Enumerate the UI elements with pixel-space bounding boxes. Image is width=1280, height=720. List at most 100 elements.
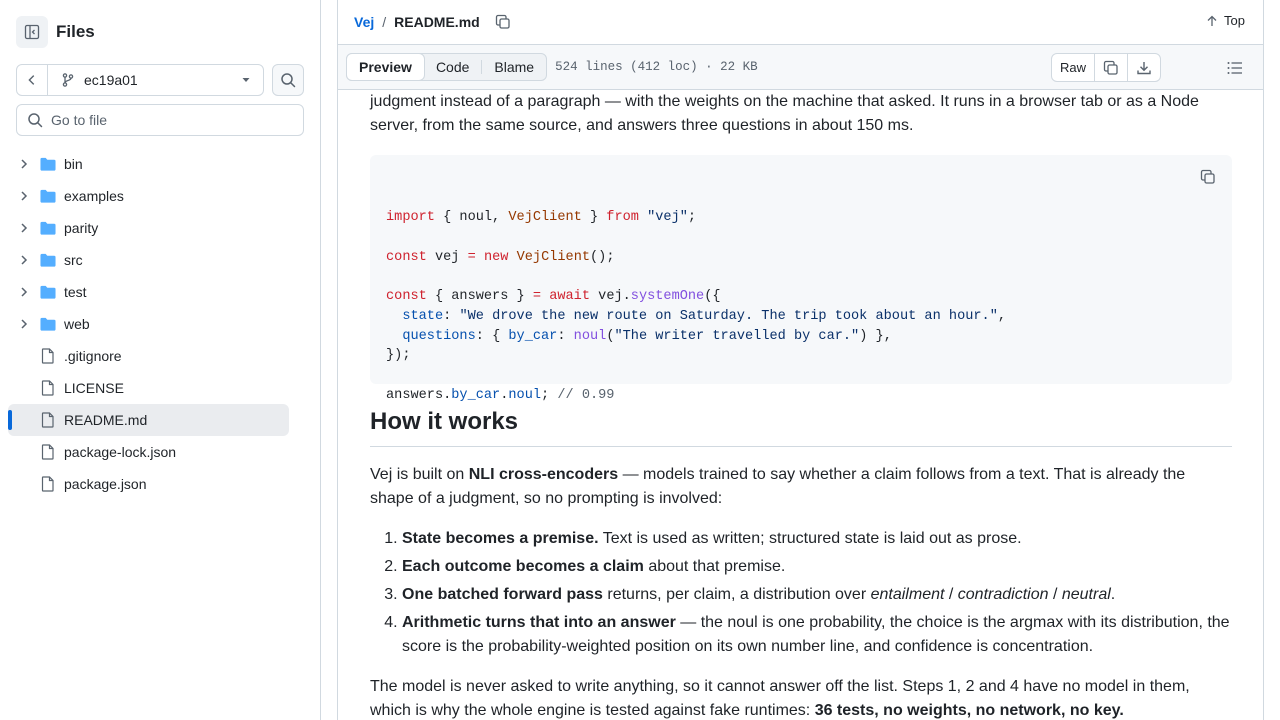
tree-folder[interactable]: bin bbox=[8, 148, 289, 180]
code-lines: import { noul, VejClient } from "vej"; c… bbox=[386, 208, 1216, 405]
copy-code-button[interactable] bbox=[1198, 167, 1218, 187]
file-icon-wrap bbox=[40, 444, 56, 460]
chevron-right-icon bbox=[21, 191, 28, 201]
chevron-right-icon bbox=[21, 319, 28, 329]
tree-folder[interactable]: test bbox=[8, 276, 289, 308]
expand-chevron[interactable] bbox=[16, 222, 32, 234]
back-button[interactable] bbox=[17, 65, 48, 95]
file-icon bbox=[41, 380, 54, 396]
list-unordered-icon bbox=[1227, 62, 1242, 74]
tab-code[interactable]: Code bbox=[424, 54, 481, 80]
tab-preview[interactable]: Preview bbox=[346, 53, 425, 81]
branch-select[interactable]: ec19a01 bbox=[48, 65, 263, 95]
expand-chevron[interactable] bbox=[16, 190, 32, 202]
code-block: import { noul, VejClient } from "vej"; c… bbox=[370, 155, 1232, 403]
code-token: const bbox=[386, 249, 427, 265]
file-actions-group: Raw bbox=[1050, 53, 1161, 82]
file-tree: bin examples parity src test web .gitignore LIC… bbox=[8, 148, 298, 500]
file-tree-sidebar: Files ec19a01 bin examples parity src test we… bbox=[0, 0, 321, 720]
copy-raw-button[interactable] bbox=[1094, 54, 1127, 81]
tree-folder[interactable]: web bbox=[8, 308, 289, 340]
expand-chevron[interactable] bbox=[16, 158, 32, 170]
bold-text: NLI cross-encoders bbox=[468, 466, 619, 483]
code-token: ; bbox=[687, 210, 697, 226]
code-token: state bbox=[402, 308, 444, 324]
caret-down-icon bbox=[242, 78, 250, 82]
file-icon bbox=[41, 348, 54, 364]
code-token: : bbox=[443, 308, 460, 324]
expand-chevron[interactable] bbox=[16, 254, 32, 266]
tree-file[interactable]: package-lock.json bbox=[8, 436, 289, 468]
code-token: import bbox=[386, 210, 435, 226]
code-line: state: "We drove the new route on Saturd… bbox=[386, 307, 1216, 327]
sidebar-title: Files bbox=[56, 22, 95, 41]
folder-icon bbox=[40, 285, 56, 299]
summary-paragraph: The model is never asked to write anythi… bbox=[370, 675, 1232, 720]
code-line: import { noul, VejClient } from "vej"; bbox=[386, 208, 1216, 228]
code-line: }); bbox=[386, 346, 1216, 366]
code-token: VejClient bbox=[508, 210, 582, 226]
tree-folder[interactable]: parity bbox=[8, 212, 289, 244]
tree-folder[interactable]: src bbox=[8, 244, 289, 276]
expand-chevron[interactable] bbox=[16, 318, 32, 330]
collapse-sidebar-button[interactable] bbox=[16, 16, 48, 48]
tab-blame[interactable]: Blame bbox=[482, 54, 546, 80]
italic-term: neutral bbox=[1061, 586, 1111, 603]
folder-icon-wrap bbox=[40, 189, 56, 204]
expand-chevron[interactable] bbox=[16, 286, 32, 298]
tree-file[interactable]: package.json bbox=[8, 468, 289, 500]
search-button[interactable] bbox=[272, 64, 304, 96]
sidebar-collapse-icon bbox=[24, 24, 40, 40]
code-token: } bbox=[581, 210, 607, 226]
separator: / bbox=[1048, 586, 1062, 603]
file-icon bbox=[41, 412, 54, 428]
code-token: ; bbox=[541, 387, 558, 403]
step-text: Text is used as written; structured stat… bbox=[598, 530, 1022, 547]
go-to-file-input[interactable] bbox=[51, 112, 291, 128]
file-toolbar: Preview Code Blame 524 lines (412 loc) ·… bbox=[338, 45, 1263, 90]
step-title: State becomes a premise. bbox=[402, 530, 599, 547]
folder-icon bbox=[40, 157, 56, 171]
download-button[interactable] bbox=[1127, 54, 1160, 81]
code-line: answers.by_car.noul; // 0.99 bbox=[386, 386, 1216, 406]
search-icon bbox=[28, 113, 43, 128]
search-icon bbox=[281, 73, 296, 88]
code-token: = bbox=[467, 249, 476, 265]
code-line: questions: { by_car: noul("The writer tr… bbox=[386, 327, 1216, 347]
folder-icon-wrap bbox=[40, 157, 56, 172]
code-token: by_car bbox=[451, 387, 501, 403]
step-title: Each outcome becomes a claim bbox=[402, 558, 644, 575]
code-token: , bbox=[997, 308, 1007, 324]
tree-folder[interactable]: examples bbox=[8, 180, 289, 212]
readme-content: judgment instead of a paragraph — with t… bbox=[370, 90, 1232, 720]
code-token: noul bbox=[508, 387, 542, 403]
tree-file[interactable]: README.md bbox=[8, 404, 289, 436]
code-token: VejClient bbox=[516, 249, 591, 265]
download-icon bbox=[1137, 61, 1151, 74]
breadcrumb-repo-link[interactable]: Vej bbox=[354, 14, 374, 30]
go-to-file-field[interactable] bbox=[16, 104, 304, 136]
list-item: One batched forward pass returns, per cl… bbox=[402, 583, 1232, 607]
tree-item-label: parity bbox=[64, 220, 99, 236]
chevron-right-icon bbox=[21, 223, 28, 233]
outline-button[interactable] bbox=[1225, 59, 1245, 77]
code-token: // 0.99 bbox=[557, 387, 615, 403]
file-icon-wrap bbox=[40, 412, 56, 428]
breadcrumb-separator: / bbox=[382, 14, 387, 30]
code-token: }); bbox=[386, 348, 411, 364]
raw-button[interactable]: Raw bbox=[1052, 54, 1094, 81]
code-token: noul bbox=[573, 328, 607, 344]
folder-icon-wrap bbox=[40, 285, 56, 300]
top-button[interactable]: Top bbox=[1206, 13, 1245, 28]
folder-icon bbox=[40, 317, 56, 331]
tree-file[interactable]: LICENSE bbox=[8, 372, 289, 404]
top-label: Top bbox=[1224, 13, 1245, 28]
tree-file[interactable]: .gitignore bbox=[8, 340, 289, 372]
sidebar-header: Files bbox=[16, 16, 95, 48]
folder-icon bbox=[40, 189, 56, 203]
folder-icon-wrap bbox=[40, 317, 56, 332]
copy-path-button[interactable] bbox=[494, 13, 512, 31]
